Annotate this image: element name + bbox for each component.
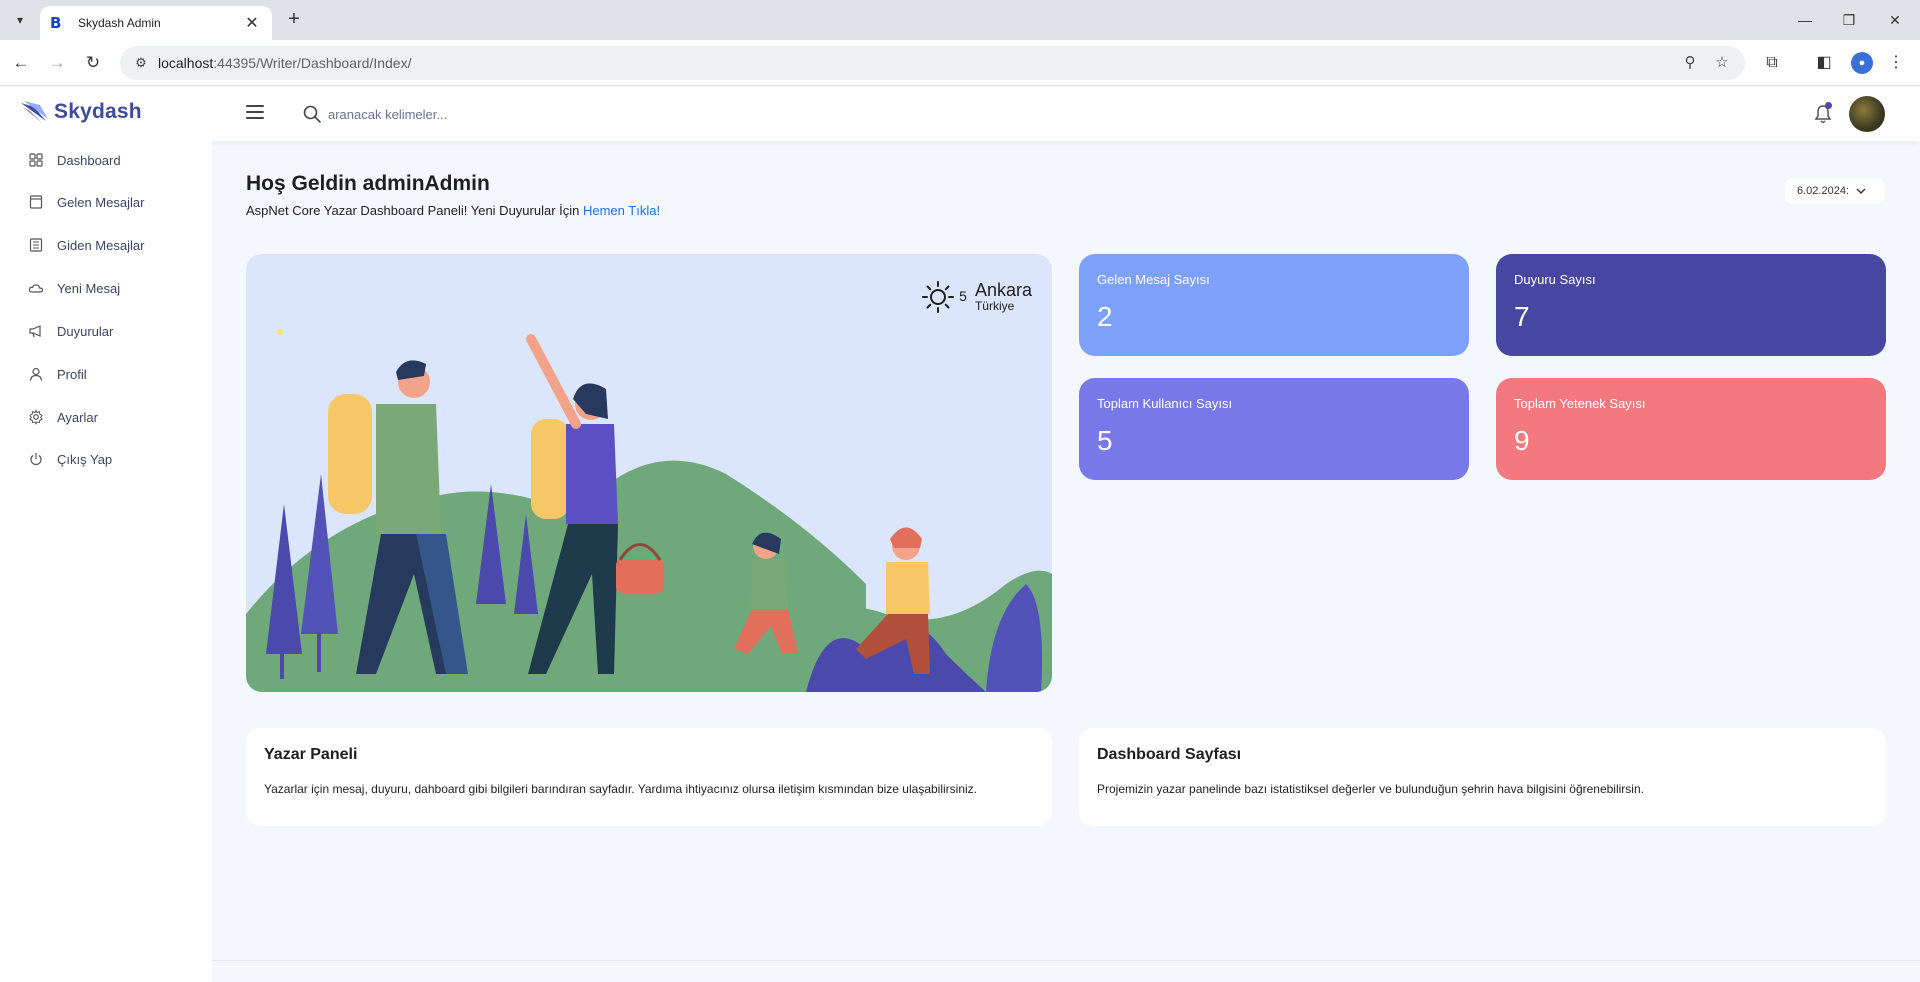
sidebar-item-gelen-mesajlar[interactable]: Gelen Mesajlar: [0, 185, 212, 219]
grid-icon: [29, 153, 43, 167]
date-dropdown[interactable]: 6.02.2024:: [1785, 178, 1885, 204]
weather-widget: 5 Ankara Türkiye: [921, 280, 1032, 314]
weather-city: Ankara: [974, 280, 1032, 300]
site-info-icon[interactable]: ⚙: [132, 54, 150, 72]
inbox-icon: [29, 195, 43, 209]
favicon-icon: B: [50, 14, 62, 32]
page-subtitle: AspNet Core Yazar Dashboard Paneli! Yeni…: [246, 203, 661, 218]
sidebar-item-label: Profil: [57, 366, 87, 382]
sidebar-item-label: Yeni Mesaj: [57, 280, 121, 296]
stat-label: Gelen Mesaj Sayısı: [1097, 272, 1210, 287]
minimize-icon[interactable]: —: [1790, 8, 1820, 32]
close-window-icon[interactable]: ✕: [1880, 8, 1910, 32]
extensions-icon[interactable]: ⧉: [1760, 51, 1784, 75]
info-card-title: Dashboard Sayfası: [1097, 746, 1242, 763]
info-card-title: Yazar Paneli: [264, 746, 358, 763]
sent-icon: [29, 238, 43, 252]
url-text[interactable]: localhost:44395/Writer/Dashboard/Index/: [158, 55, 411, 71]
browser-tabbar: ▾ B Skydash Admin ✕ + — ❐ ✕: [0, 0, 1920, 40]
hiking-family-illustration: [246, 329, 1052, 692]
sidebar-item-ayarlar[interactable]: Ayarlar: [0, 400, 212, 434]
brand-logo[interactable]: Skydash: [20, 99, 142, 125]
stat-value: 7: [1514, 301, 1530, 332]
new-tab-button[interactable]: +: [282, 8, 306, 32]
browser-menu-icon[interactable]: ⋮: [1884, 51, 1908, 75]
stat-value: 5: [1097, 425, 1113, 456]
date-text: 6.02.2024:: [1797, 185, 1849, 197]
sidebar-item-giden-mesajlar[interactable]: Giden Mesajlar: [0, 228, 212, 262]
info-card-text: Projemizin yazar panelinde bazı istatist…: [1097, 782, 1644, 796]
stat-card-toplam-kullanici: Toplam Kullanıcı Sayısı 5: [1079, 378, 1469, 480]
tab-title: Skydash Admin: [78, 16, 161, 30]
gear-icon: [29, 409, 43, 425]
zoom-icon[interactable]: ⚲: [1680, 53, 1700, 73]
sidebar-item-label: Giden Mesajlar: [57, 237, 145, 253]
sun-icon: [922, 281, 955, 313]
stat-label: Toplam Kullanıcı Sayısı: [1097, 396, 1233, 411]
sidebar-item-yeni-mesaj[interactable]: Yeni Mesaj: [0, 271, 212, 305]
search-input[interactable]: [328, 101, 728, 127]
side-panel-icon[interactable]: ◧: [1812, 51, 1836, 75]
stat-card-gelen-mesaj: Gelen Mesaj Sayısı 2: [1079, 254, 1469, 356]
tab-search-button[interactable]: ▾: [8, 8, 32, 32]
bookmark-star-icon[interactable]: ☆: [1712, 53, 1732, 73]
chevron-down-icon: [1856, 188, 1866, 194]
weather-hero-card: 5 Ankara Türkiye: [246, 254, 1052, 692]
stat-value: 9: [1514, 425, 1530, 456]
sidebar-item-label: Ayarlar: [57, 409, 98, 425]
browser-profile-icon[interactable]: ●: [1851, 52, 1873, 74]
weather-country: Türkiye: [974, 299, 1015, 313]
sidebar-item-label: Dashboard: [57, 152, 121, 168]
sidebar-item-label: Duyurular: [57, 323, 114, 339]
megaphone-icon: [29, 325, 41, 338]
stat-card-toplam-yetenek: Toplam Yetenek Sayısı 9: [1496, 378, 1886, 480]
sidebar-item-dashboard[interactable]: Dashboard: [0, 143, 212, 177]
power-icon: [30, 453, 42, 466]
info-card-yazar-paneli: Yazar Paneli Yazarlar için mesaj, duyuru…: [246, 728, 1052, 826]
restore-icon[interactable]: ❐: [1834, 8, 1864, 32]
browser-tab[interactable]: B Skydash Admin ✕: [40, 6, 272, 40]
info-card-dashboard-sayfasi: Dashboard Sayfası Projemizin yazar panel…: [1079, 728, 1886, 826]
avatar[interactable]: [1849, 96, 1885, 132]
app-navbar: Skydash: [0, 87, 1920, 141]
sidebar-item-duyurular[interactable]: Duyurular: [0, 314, 212, 348]
address-bar[interactable]: ⚙ localhost:44395/Writer/Dashboard/Index…: [120, 46, 1745, 80]
close-tab-icon[interactable]: ✕: [242, 13, 262, 33]
weather-temperature: 5: [959, 288, 967, 304]
menu-toggle-icon[interactable]: [246, 105, 264, 123]
brand-name: Skydash: [54, 100, 142, 123]
forward-icon[interactable]: →: [45, 51, 69, 75]
user-icon: [29, 367, 43, 381]
browser-toolbar: ← → ↻ ⚙ localhost:44395/Writer/Dashboard…: [0, 40, 1920, 86]
stat-label: Duyuru Sayısı: [1514, 272, 1596, 287]
stat-value: 2: [1097, 301, 1113, 332]
stat-card-duyuru: Duyuru Sayısı 7: [1496, 254, 1886, 356]
sidebar-item-cikis-yap[interactable]: Çıkış Yap: [0, 442, 212, 476]
notification-dot: [1825, 102, 1832, 109]
skydash-logo-icon: [21, 101, 48, 123]
sidebar-item-label: Gelen Mesajlar: [57, 194, 145, 210]
sidebar-item-label: Çıkış Yap: [57, 451, 113, 467]
announcements-link[interactable]: Hemen Tıkla!: [583, 203, 660, 218]
stat-label: Toplam Yetenek Sayısı: [1514, 396, 1646, 411]
back-icon[interactable]: ←: [9, 51, 33, 75]
page-title: Hoş Geldin adminAdmin: [246, 172, 490, 195]
footer-divider: [212, 960, 1920, 961]
sidebar-item-profil[interactable]: Profil: [0, 357, 212, 391]
info-card-text: Yazarlar için mesaj, duyuru, dahboard gi…: [264, 782, 977, 796]
weather-location: Ankara Türkiye: [975, 280, 1032, 313]
reload-icon[interactable]: ↻: [81, 51, 105, 75]
cloud-icon: [28, 284, 44, 293]
sidebar: Dashboard Gelen Mesajlar Giden Mesajlar …: [0, 141, 212, 982]
search-icon: [303, 105, 321, 123]
